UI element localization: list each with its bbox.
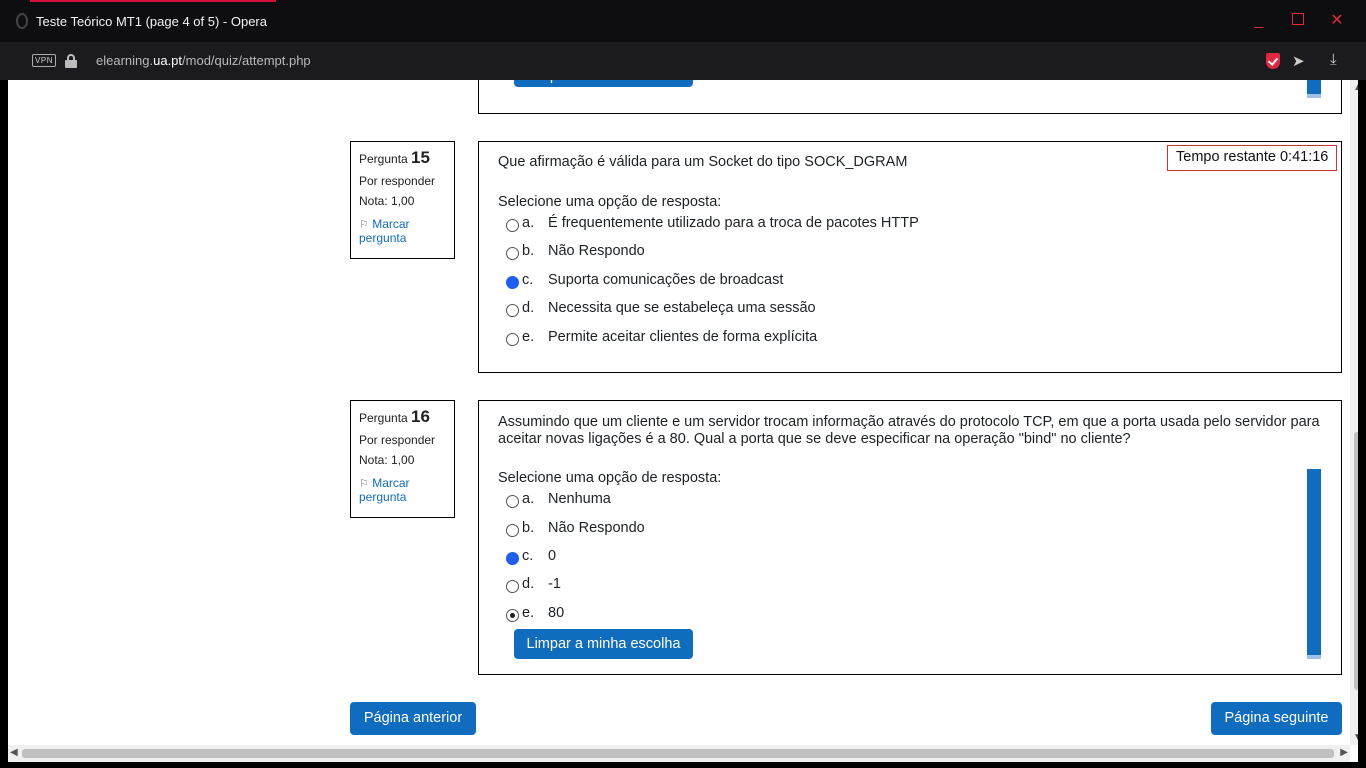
window-titlebar: Teste Teórico MT1 (page 4 of 5) - Opera … [0,0,1366,42]
scroll-up-icon[interactable]: ▲ [1353,82,1358,93]
question-status: Por responder [359,174,436,188]
radio-button[interactable] [506,247,519,260]
window-title: Teste Teórico MT1 (page 4 of 5) - Opera [36,14,267,29]
minimize-button[interactable]: _ [1248,10,1270,32]
flag-question-link[interactable]: ⚐ Marcar pergunta [359,217,446,245]
lock-icon[interactable] [65,54,77,68]
question-number-label: Pergunta 15 [359,148,446,168]
address-bar: VPN elearning.ua.pt/mod/quiz/attempt.php… [0,42,1366,80]
option-letter: a. [522,215,535,231]
answer-prompt: Selecione uma opção de resposta: [498,470,722,486]
scroll-right-icon[interactable]: ▶ [1340,747,1348,758]
option-letter: c. [522,548,534,564]
question-info-15: Pergunta 15 Por responder Nota: 1,00 ⚐ M… [350,141,455,259]
radio-button[interactable] [506,304,519,317]
adblock-shield-icon[interactable] [1266,53,1280,69]
answer-scroll-bar[interactable] [1307,469,1321,659]
radio-button-selected[interactable] [506,552,519,565]
question-status: Por responder [359,433,436,447]
option-letter: b. [522,243,535,259]
flag-question-link[interactable]: ⚐ Marcar pergunta [359,476,446,504]
option-letter: d. [522,576,535,592]
option-text: Nenhuma [548,491,611,507]
horizontal-scrollbar[interactable]: ◀ ▶ [8,745,1350,762]
radio-button-selected[interactable] [506,276,519,289]
radio-button[interactable] [506,495,519,508]
scrollbar-thumb[interactable] [22,749,1334,758]
option-text: Permite aceitar clientes de forma explíc… [548,329,818,345]
option-letter: e. [522,605,535,621]
option-text: Suporta comunicações de broadcast [548,272,784,288]
time-remaining: Tempo restante 0:41:16 [1167,145,1338,171]
previous-page-button[interactable]: Página anterior [350,702,476,735]
download-icon[interactable]: ⤓ [1330,51,1337,68]
flag-icon: ⚐ [359,478,369,490]
option-letter: c. [522,272,534,288]
question-box-previous: Limpar a minha escolha [478,80,1342,114]
option-text: -1 [548,576,561,592]
option-text: Necessita que se estabeleça uma sessão [548,300,816,316]
url-prefix: elearning. [96,53,154,68]
radio-button[interactable] [506,580,519,593]
clear-choice-button[interactable]: Limpar a minha escolha [514,80,693,87]
maximize-icon [1292,13,1304,25]
active-tab-indicator [30,0,276,2]
option-letter: d. [522,300,535,316]
answer-scroll-bar[interactable] [1307,80,1321,98]
url-domain: ua.pt [153,53,183,68]
question-number: 16 [411,407,430,426]
radio-button[interactable] [506,333,519,346]
question-number-label: Pergunta 16 [359,407,446,427]
send-icon[interactable]: ➤ [1292,52,1305,70]
close-button[interactable]: ✕ [1326,10,1348,32]
radio-button[interactable] [506,524,519,537]
answer-prompt: Selecione uma opção de resposta: [498,194,722,210]
option-text: 80 [548,605,565,621]
option-text: 0 [548,548,557,564]
question-grade: Nota: 1,00 [359,194,415,208]
option-text: É frequentemente utilizado para a troca … [548,215,919,231]
opera-logo-icon [16,13,28,29]
question-number: 15 [411,148,430,167]
page-viewport: Limpar a minha escolha Pergunta 15 Por r… [8,80,1358,762]
question-text: Que afirmação é válida para um Socket do… [498,154,908,170]
radio-button[interactable] [506,219,519,232]
option-letter: e. [522,329,535,345]
question-label: Pergunta [359,152,408,166]
option-text: Não Respondo [548,520,645,536]
scrollbar-thumb[interactable] [1354,432,1358,690]
flag-icon: ⚐ [359,219,369,231]
question-text: Assumindo que um cliente e um servidor t… [498,414,1320,447]
option-letter: a. [522,491,535,507]
question-grade: Nota: 1,00 [359,453,415,467]
vertical-scrollbar[interactable]: ▲ ▼ [1350,80,1358,745]
scroll-down-icon[interactable]: ▼ [1353,732,1358,743]
question-box-16: Assumindo que um cliente e um servidor t… [478,400,1342,675]
radio-button-checked[interactable] [506,609,519,622]
option-letter: b. [522,520,535,536]
vpn-badge[interactable]: VPN [32,54,56,67]
maximize-button[interactable] [1287,10,1309,32]
question-box-15: Que afirmação é válida para um Socket do… [478,141,1342,373]
option-text: Não Respondo [548,243,645,259]
question-label: Pergunta [359,411,408,425]
url-path: /mod/quiz/attempt.php [182,53,311,68]
url-field[interactable]: elearning.ua.pt/mod/quiz/attempt.php [96,53,311,68]
scroll-left-icon[interactable]: ◀ [10,747,18,758]
clear-choice-button[interactable]: Limpar a minha escolha [514,629,693,659]
next-page-button[interactable]: Página seguinte [1211,702,1342,735]
question-info-16: Pergunta 16 Por responder Nota: 1,00 ⚐ M… [350,400,455,518]
